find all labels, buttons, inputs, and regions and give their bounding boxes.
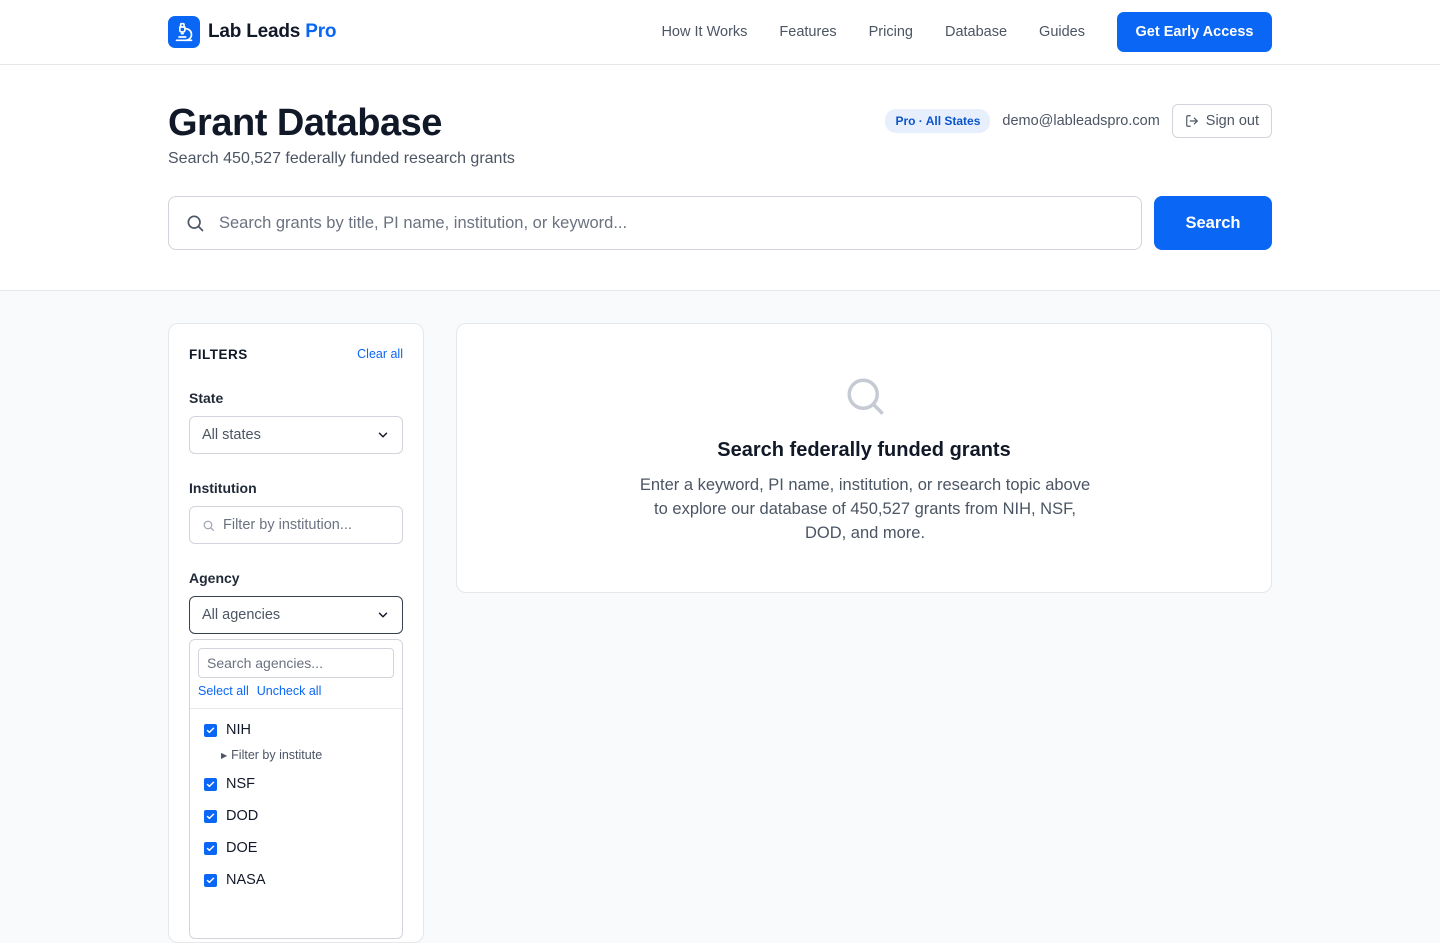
- checkbox-checked-icon[interactable]: [204, 809, 217, 823]
- nav-link-guides[interactable]: Guides: [1039, 24, 1085, 40]
- agency-option-label: NASA: [226, 872, 266, 888]
- caret-right-icon: ▶: [221, 750, 228, 760]
- clear-all-link[interactable]: Clear all: [357, 347, 403, 361]
- results-panel: Search federally funded grants Enter a k…: [456, 323, 1272, 593]
- brand-name-text: Lab Leads: [208, 21, 301, 42]
- get-early-access-button[interactable]: Get Early Access: [1117, 12, 1272, 52]
- chevron-down-icon: [378, 612, 388, 618]
- agency-option-nsf[interactable]: NSF: [204, 776, 255, 792]
- agency-bulk-actions: Select all Uncheck all: [198, 684, 321, 698]
- page-title: Grant Database: [168, 102, 442, 144]
- plan-badge: Pro · All States: [885, 109, 991, 133]
- agency-option-label: DOD: [226, 808, 259, 824]
- empty-state-text: Enter a keyword, PI name, institution, o…: [639, 476, 1091, 542]
- agency-option-label: NIH: [226, 722, 251, 738]
- user-email: demo@lableadspro.com: [1002, 113, 1160, 129]
- grant-search-box[interactable]: [168, 196, 1142, 250]
- nav-link-database[interactable]: Database: [945, 24, 1007, 40]
- sign-out-button[interactable]: Sign out: [1171, 104, 1272, 138]
- institution-filter-input[interactable]: [223, 517, 393, 533]
- page-subtitle: Search 450,527 federally funded research…: [168, 150, 515, 167]
- state-select-value: All states: [202, 427, 261, 443]
- state-select[interactable]: All states: [189, 416, 403, 454]
- log-out-icon: [1185, 115, 1198, 127]
- agency-label: Agency: [189, 570, 240, 586]
- agency-select[interactable]: All agencies: [189, 596, 403, 634]
- checkbox-checked-icon[interactable]: [204, 841, 217, 855]
- search-icon: [187, 215, 204, 232]
- agency-option-nasa[interactable]: NASA: [204, 872, 266, 888]
- filter-by-institute-toggle[interactable]: ▶ Filter by institute: [221, 748, 322, 762]
- microscope-icon: [168, 16, 200, 48]
- chevron-down-icon: [378, 432, 388, 438]
- agency-option-label: DOE: [226, 840, 258, 856]
- agency-option-doe[interactable]: DOE: [204, 840, 257, 856]
- institution-label: Institution: [189, 480, 257, 496]
- select-all-link[interactable]: Select all: [198, 684, 249, 698]
- page-header: Grant Database Search 450,527 federally …: [0, 65, 1440, 291]
- brand[interactable]: Lab Leads Pro: [168, 16, 337, 48]
- filters-panel: FILTERS Clear all State All states Insti…: [168, 323, 424, 943]
- uncheck-all-link[interactable]: Uncheck all: [257, 684, 322, 698]
- sign-out-label: Sign out: [1205, 113, 1259, 129]
- agency-option-nih[interactable]: NIH: [204, 722, 251, 738]
- brand-name: Lab Leads Pro: [208, 21, 337, 43]
- brand-accent-text: Pro: [305, 21, 337, 42]
- agency-dropdown: Select all Uncheck all NIH ▶ Filter by i…: [189, 639, 403, 939]
- filters-title: FILTERS: [189, 347, 248, 362]
- empty-state-title: Search federally funded grants: [717, 439, 1011, 461]
- search-button[interactable]: Search: [1154, 196, 1272, 250]
- checkbox-checked-icon[interactable]: [204, 777, 217, 791]
- agency-option-dod[interactable]: DOD: [204, 808, 258, 824]
- agency-select-value: All agencies: [202, 607, 281, 623]
- divider: [190, 708, 402, 709]
- nav-link-features[interactable]: Features: [779, 24, 836, 40]
- state-label: State: [189, 390, 224, 406]
- nav-link-how-it-works[interactable]: How It Works: [661, 24, 747, 40]
- search-icon: [847, 378, 884, 415]
- institution-filter[interactable]: [189, 506, 403, 544]
- filter-by-institute-label: Filter by institute: [231, 748, 323, 762]
- account-bar: Pro · All States demo@lableadspro.com Si…: [885, 104, 1272, 138]
- agency-search-input[interactable]: [198, 648, 394, 678]
- checkbox-checked-icon[interactable]: [204, 873, 217, 887]
- agency-option-label: NSF: [226, 776, 255, 792]
- checkbox-checked-icon[interactable]: [204, 723, 217, 737]
- grant-search-input[interactable]: [219, 213, 1119, 233]
- search-icon: [203, 520, 214, 531]
- top-nav: Lab Leads Pro How It Works Features Pric…: [0, 0, 1440, 65]
- nav-links: How It Works Features Pricing Database G…: [661, 0, 1085, 64]
- nav-link-pricing[interactable]: Pricing: [869, 24, 913, 40]
